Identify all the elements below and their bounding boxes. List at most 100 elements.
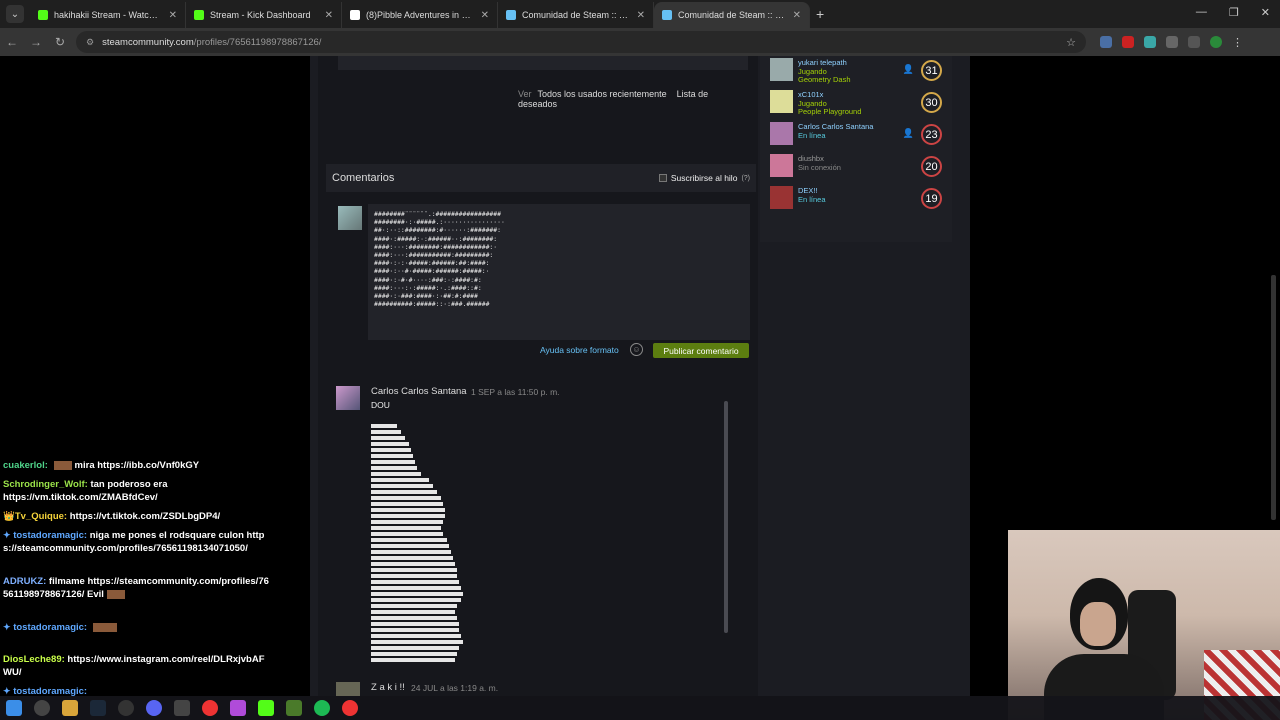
browser-tab[interactable]: Stream - Kick Dashboard ✕ xyxy=(186,2,342,28)
discord-icon[interactable] xyxy=(146,700,162,716)
comment-author[interactable]: Z a k i !! xyxy=(371,682,405,693)
friend-item[interactable]: yukari telepath Jugando Geometry Dash 👤 31 xyxy=(770,58,950,84)
friend-item[interactable]: xC101x Jugando People Playground 30 xyxy=(770,90,950,116)
ascii-art-line xyxy=(371,454,413,458)
chat-username[interactable]: cuakerlol: xyxy=(3,460,48,471)
friend-name[interactable]: DEX!! xyxy=(798,186,818,195)
site-info-icon[interactable]: ⚙ xyxy=(86,37,94,48)
friend-game: Geometry Dash xyxy=(798,75,851,84)
steam-icon[interactable] xyxy=(90,700,106,716)
browser-tab[interactable]: (8)Pibble Adventures in Washin ✕ xyxy=(342,2,498,28)
browser-tab[interactable]: Comunidad de Steam :: 4DRUK ✕ xyxy=(654,2,810,28)
extension-icon[interactable] xyxy=(1100,36,1112,48)
friend-name[interactable]: Carlos Carlos Santana xyxy=(798,122,873,131)
friend-avatar[interactable] xyxy=(770,58,793,81)
commenter-avatar[interactable] xyxy=(336,682,360,696)
new-tab-icon[interactable]: + xyxy=(816,6,824,22)
friend-avatar[interactable] xyxy=(770,186,793,209)
current-user-avatar[interactable] xyxy=(338,206,362,230)
menu-icon[interactable]: ⋮ xyxy=(1232,36,1244,49)
minecraft-icon[interactable] xyxy=(286,700,302,716)
friend-name[interactable]: yukari telepath xyxy=(798,58,847,67)
tab-title: Comunidad de Steam :: 4DRUK xyxy=(678,10,787,20)
chat-message: ✦ tostadoramagic: xyxy=(3,621,269,634)
app-icon[interactable] xyxy=(174,700,190,716)
ascii-art-line xyxy=(371,544,449,548)
minimize-icon[interactable]: — xyxy=(1196,6,1207,19)
browser-tab[interactable]: Comunidad de Steam :: Tostado ✕ xyxy=(498,2,654,28)
restore-icon[interactable]: ❐ xyxy=(1229,6,1239,19)
webcam-person-face xyxy=(1080,602,1116,646)
chat-message: cuakerlol: mira https://ibb.co/Vnf0kGY xyxy=(3,459,269,472)
puzzle-icon[interactable] xyxy=(1166,36,1178,48)
friend-item[interactable]: diushbx Sin conexión 20 xyxy=(770,154,950,180)
friend-level-badge: 19 xyxy=(921,188,942,209)
obs-icon[interactable] xyxy=(118,700,134,716)
subscribe-checkbox[interactable] xyxy=(658,174,667,182)
address-bar[interactable]: ⚙ steamcommunity.com/profiles/7656119897… xyxy=(76,31,1086,53)
friend-avatar[interactable] xyxy=(770,90,793,113)
browser-tabbar: ⌄ hakihakii Stream - Watch Live o✕Stream… xyxy=(0,0,1280,28)
bookmark-star-icon[interactable]: ☆ xyxy=(1066,36,1076,49)
tab-close-icon[interactable]: ✕ xyxy=(793,10,801,21)
friend-item[interactable]: DEX!! En línea 19 xyxy=(770,186,950,212)
close-window-icon[interactable]: ✕ xyxy=(1261,6,1270,19)
back-icon[interactable]: ← xyxy=(0,35,24,49)
page-scrollbar[interactable] xyxy=(1271,275,1276,520)
tab-title: (8)Pibble Adventures in Washin xyxy=(366,10,475,20)
chrome-icon[interactable] xyxy=(342,700,358,716)
extension-icon[interactable] xyxy=(1144,36,1156,48)
sword-badge-icon: ✦ xyxy=(3,622,11,632)
browser-tab[interactable]: hakihakii Stream - Watch Live o ✕ xyxy=(30,2,186,28)
recent-games-link[interactable]: Todos los usados recientemente xyxy=(538,89,667,99)
tab-close-icon[interactable]: ✕ xyxy=(169,10,177,21)
tab-list: hakihakii Stream - Watch Live o✕Stream -… xyxy=(30,0,810,28)
search-icon[interactable] xyxy=(34,700,50,716)
publish-comment-button[interactable]: Publicar comentario xyxy=(653,343,749,358)
friend-name[interactable]: xC101x xyxy=(798,90,823,99)
friend-name[interactable]: diushbx xyxy=(798,154,824,163)
comment-date: 24 JUL a las 1:19 a. m. xyxy=(411,683,499,693)
chat-username[interactable]: Schrodinger_Wolf: xyxy=(3,479,88,490)
chat-username[interactable]: tostadoramagic: xyxy=(13,622,87,633)
spotify-icon[interactable] xyxy=(314,700,330,716)
media-icon[interactable] xyxy=(1188,36,1200,48)
extension-icon[interactable] xyxy=(1122,36,1134,48)
chat-username[interactable]: DiosLeche89: xyxy=(3,654,65,665)
tab-close-icon[interactable]: ✕ xyxy=(481,10,489,21)
comment-author[interactable]: Carlos Carlos Santana xyxy=(371,386,467,397)
emoticon-icon[interactable]: ☺ xyxy=(630,343,643,356)
friend-avatar[interactable] xyxy=(770,122,793,145)
tab-search-icon[interactable]: ⌄ xyxy=(6,5,24,23)
tab-favicon-icon xyxy=(350,10,360,20)
chat-text: mira https://ibb.co/Vnf0kGY xyxy=(74,460,200,471)
app-icon[interactable] xyxy=(230,700,246,716)
ascii-art-line xyxy=(371,514,445,518)
ascii-art-line xyxy=(371,556,453,560)
reload-icon[interactable]: ↻ xyxy=(48,35,72,49)
tab-close-icon[interactable]: ✕ xyxy=(325,10,333,21)
comment-scrollbar[interactable] xyxy=(724,401,728,633)
file-explorer-icon[interactable] xyxy=(62,700,78,716)
start-icon[interactable] xyxy=(6,700,22,716)
showcase-strip xyxy=(338,56,748,70)
profile-avatar[interactable] xyxy=(1210,36,1222,48)
chat-username[interactable]: Tv_Quique: xyxy=(15,511,67,522)
chat-message: 👑Tv_Quique: https://vt.tiktok.com/ZSDLbg… xyxy=(3,510,269,523)
help-icon[interactable]: (?) xyxy=(741,175,750,182)
tab-close-icon[interactable]: ✕ xyxy=(637,10,645,21)
subscribe-label: Suscribirse al hilo xyxy=(670,173,738,183)
friend-item[interactable]: Carlos Carlos Santana En línea 👤 23 xyxy=(770,122,950,148)
subscribe-thread[interactable]: Suscribirse al hilo (?) xyxy=(658,173,750,183)
format-help-link[interactable]: Ayuda sobre formato xyxy=(540,345,619,355)
crown-badge-icon: 👑 xyxy=(3,511,15,522)
kick-icon[interactable] xyxy=(258,700,274,716)
chat-username[interactable]: tostadoramagic: xyxy=(13,530,87,541)
friend-avatar[interactable] xyxy=(770,154,793,177)
chrome-icon[interactable] xyxy=(202,700,218,716)
chat-username[interactable]: ADRUKZ: xyxy=(3,576,46,587)
commenter-avatar[interactable] xyxy=(336,386,360,410)
comment-textarea[interactable]: ########¨¨¨¨¨¨.:################# ######… xyxy=(368,204,750,340)
forward-icon[interactable]: → xyxy=(24,35,48,49)
ascii-art-line xyxy=(371,526,441,530)
